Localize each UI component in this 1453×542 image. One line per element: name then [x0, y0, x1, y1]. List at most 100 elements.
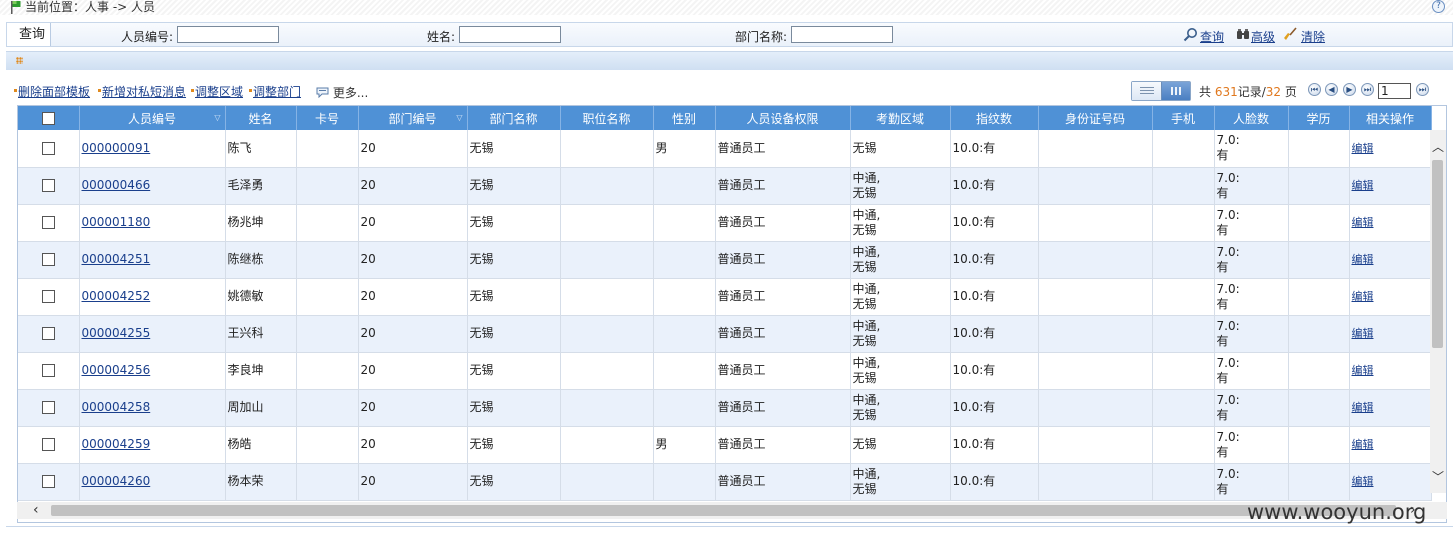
table-row[interactable]: 000004260 杨本荣 20 无锡 普通员工 中通, 无锡 10.0:有 7.0: 有 编辑	[18, 463, 1432, 501]
table-row[interactable]: 000001180 杨兆坤 20 无锡 普通员工 中通, 无锡 10.0:有 7.0: 有 编辑	[18, 204, 1432, 242]
adjust-dept-link[interactable]: 调整部门	[249, 83, 301, 100]
table-row[interactable]: 000000466 毛泽勇 20 无锡 普通员工 中通, 无锡 10.0:有 7.0: 有 编辑	[18, 167, 1432, 205]
page-number-input[interactable]: 1	[1378, 83, 1411, 99]
adjust-area-link[interactable]: 调整区域	[191, 83, 243, 100]
row-select-cell[interactable]	[18, 130, 80, 168]
edit-link[interactable]: 编辑	[1352, 290, 1374, 303]
search-button[interactable]: 查询	[1200, 28, 1224, 45]
row-select-cell[interactable]	[18, 315, 80, 353]
edit-link[interactable]: 编辑	[1352, 327, 1374, 340]
vertical-scroll-thumb[interactable]	[1432, 160, 1443, 348]
horizontal-scrollbar[interactable]: ‹ ›	[17, 502, 1447, 519]
grid-view-button[interactable]	[1161, 82, 1190, 100]
cell-dept-no: 20	[358, 130, 468, 168]
cell-dept-no: 20	[358, 167, 468, 205]
col-header[interactable]: 姓名	[225, 106, 297, 130]
col-header[interactable]: 人员设备权限	[715, 106, 851, 130]
row-select-cell[interactable]	[18, 352, 80, 390]
employee-id-link[interactable]: 000004255	[82, 326, 151, 340]
new-private-message-link[interactable]: 新增对私短消息	[98, 83, 186, 100]
scroll-down-icon[interactable]: ﹀	[1432, 468, 1444, 485]
edit-link[interactable]: 编辑	[1352, 253, 1374, 266]
col-header[interactable]: 指纹数	[950, 106, 1039, 130]
row-select-cell[interactable]	[18, 278, 80, 316]
col-header[interactable]: 部门名称	[467, 106, 561, 130]
row-select-cell[interactable]	[18, 241, 80, 279]
edit-link[interactable]: 编辑	[1352, 216, 1374, 229]
employee-id-link[interactable]: 000000091	[82, 141, 151, 155]
cell-face: 7.0: 有	[1214, 315, 1289, 353]
employee-id-link[interactable]: 000004251	[82, 252, 151, 266]
col-header[interactable]: 学历	[1288, 106, 1350, 130]
row-checkbox[interactable]	[41, 327, 55, 340]
employee-id-link[interactable]: 000004259	[82, 437, 151, 451]
scroll-left-icon[interactable]: ‹	[33, 502, 39, 518]
first-page-icon[interactable]: ⏮	[1308, 83, 1321, 96]
cell-education	[1288, 278, 1350, 316]
table-row[interactable]: 000004255 王兴科 20 无锡 普通员工 中通, 无锡 10.0:有 7.0: 有 编辑	[18, 315, 1432, 353]
cell-actions: 编辑	[1349, 278, 1432, 316]
col-header[interactable]: 手机	[1152, 106, 1215, 130]
name-input[interactable]	[459, 26, 561, 43]
row-select-cell[interactable]	[18, 426, 80, 464]
horizontal-scroll-thumb[interactable]	[51, 505, 1396, 516]
more-menu[interactable]: 更多...	[316, 84, 368, 101]
clear-button[interactable]: 清除	[1301, 28, 1325, 45]
edit-link[interactable]: 编辑	[1352, 142, 1374, 155]
table-row[interactable]: 000000091 陈飞 20 无锡男普通员工 无锡 10.0:有 7.0: 有编辑	[18, 130, 1432, 168]
employee-id-link[interactable]: 000004258	[82, 400, 151, 414]
go-page-icon[interactable]: ⏭	[1416, 83, 1429, 96]
table-row[interactable]: 000004259 杨皓 20 无锡男普通员工 无锡 10.0:有 7.0: 有编辑	[18, 426, 1432, 464]
select-all-header[interactable]	[18, 106, 80, 130]
col-header[interactable]: 卡号	[296, 106, 359, 130]
col-header[interactable]: 人员编号 ▽	[79, 106, 226, 130]
table-row[interactable]: 000004251 陈继栋 20 无锡 普通员工 中通, 无锡 10.0:有 7.0: 有 编辑	[18, 241, 1432, 279]
employee-id-link[interactable]: 000004260	[82, 474, 151, 488]
row-select-cell[interactable]	[18, 167, 80, 205]
tab-query[interactable]: 查询	[7, 23, 51, 46]
prev-page-icon[interactable]: ◀	[1325, 83, 1338, 96]
row-checkbox[interactable]	[41, 179, 55, 192]
advanced-button[interactable]: 高级	[1251, 28, 1275, 45]
dept-name-input[interactable]	[791, 26, 893, 43]
edit-link[interactable]: 编辑	[1352, 475, 1374, 488]
row-checkbox[interactable]	[41, 438, 55, 451]
row-checkbox[interactable]	[41, 141, 55, 155]
row-select-cell[interactable]	[18, 389, 80, 427]
delete-face-template-link[interactable]: 删除面部模板	[14, 83, 90, 100]
row-checkbox[interactable]	[41, 475, 55, 488]
row-select-cell[interactable]	[18, 463, 80, 501]
col-header[interactable]: 职位名称	[560, 106, 654, 130]
scroll-up-icon[interactable]: ︿	[1432, 138, 1444, 155]
table-row[interactable]: 000004252 姚德敏 20 无锡 普通员工 中通, 无锡 10.0:有 7.0: 有 编辑	[18, 278, 1432, 316]
employee-id-link[interactable]: 000001180	[82, 215, 151, 229]
table-row[interactable]: 000004258 周加山 20 无锡 普通员工 中通, 无锡 10.0:有 7.0: 有 编辑	[18, 389, 1432, 427]
col-header[interactable]: 人脸数	[1214, 106, 1289, 130]
edit-link[interactable]: 编辑	[1352, 401, 1374, 414]
row-checkbox[interactable]	[41, 290, 55, 303]
last-page-icon[interactable]: ⏭	[1361, 83, 1374, 96]
list-view-button[interactable]	[1132, 82, 1161, 100]
employee-id-link[interactable]: 000004256	[82, 363, 151, 377]
row-checkbox[interactable]	[41, 253, 55, 266]
vertical-scrollbar[interactable]: ︿ ﹀	[1430, 130, 1446, 493]
table-row[interactable]: 000004256 李良坤 20 无锡 普通员工 中通, 无锡 10.0:有 7.0: 有 编辑	[18, 352, 1432, 390]
employee-id-link[interactable]: 000004252	[82, 289, 151, 303]
col-header[interactable]: 性别	[653, 106, 716, 130]
col-header[interactable]: 部门编号 ▽	[358, 106, 468, 130]
next-page-icon[interactable]: ▶	[1343, 83, 1356, 96]
col-header[interactable]: 身份证号码	[1038, 106, 1153, 130]
row-checkbox[interactable]	[41, 216, 55, 229]
edit-link[interactable]: 编辑	[1352, 179, 1374, 192]
row-select-cell[interactable]	[18, 204, 80, 242]
edit-link[interactable]: 编辑	[1352, 364, 1374, 377]
help-icon[interactable]: ?	[1432, 0, 1445, 13]
row-checkbox[interactable]	[41, 364, 55, 377]
row-checkbox[interactable]	[41, 401, 55, 414]
edit-link[interactable]: 编辑	[1352, 438, 1374, 451]
col-header[interactable]: 相关操作	[1349, 106, 1432, 130]
employee-id-input[interactable]	[177, 26, 279, 43]
select-all-checkbox[interactable]	[41, 112, 55, 125]
col-header[interactable]: 考勤区域	[850, 106, 951, 130]
employee-id-link[interactable]: 000000466	[82, 178, 151, 192]
